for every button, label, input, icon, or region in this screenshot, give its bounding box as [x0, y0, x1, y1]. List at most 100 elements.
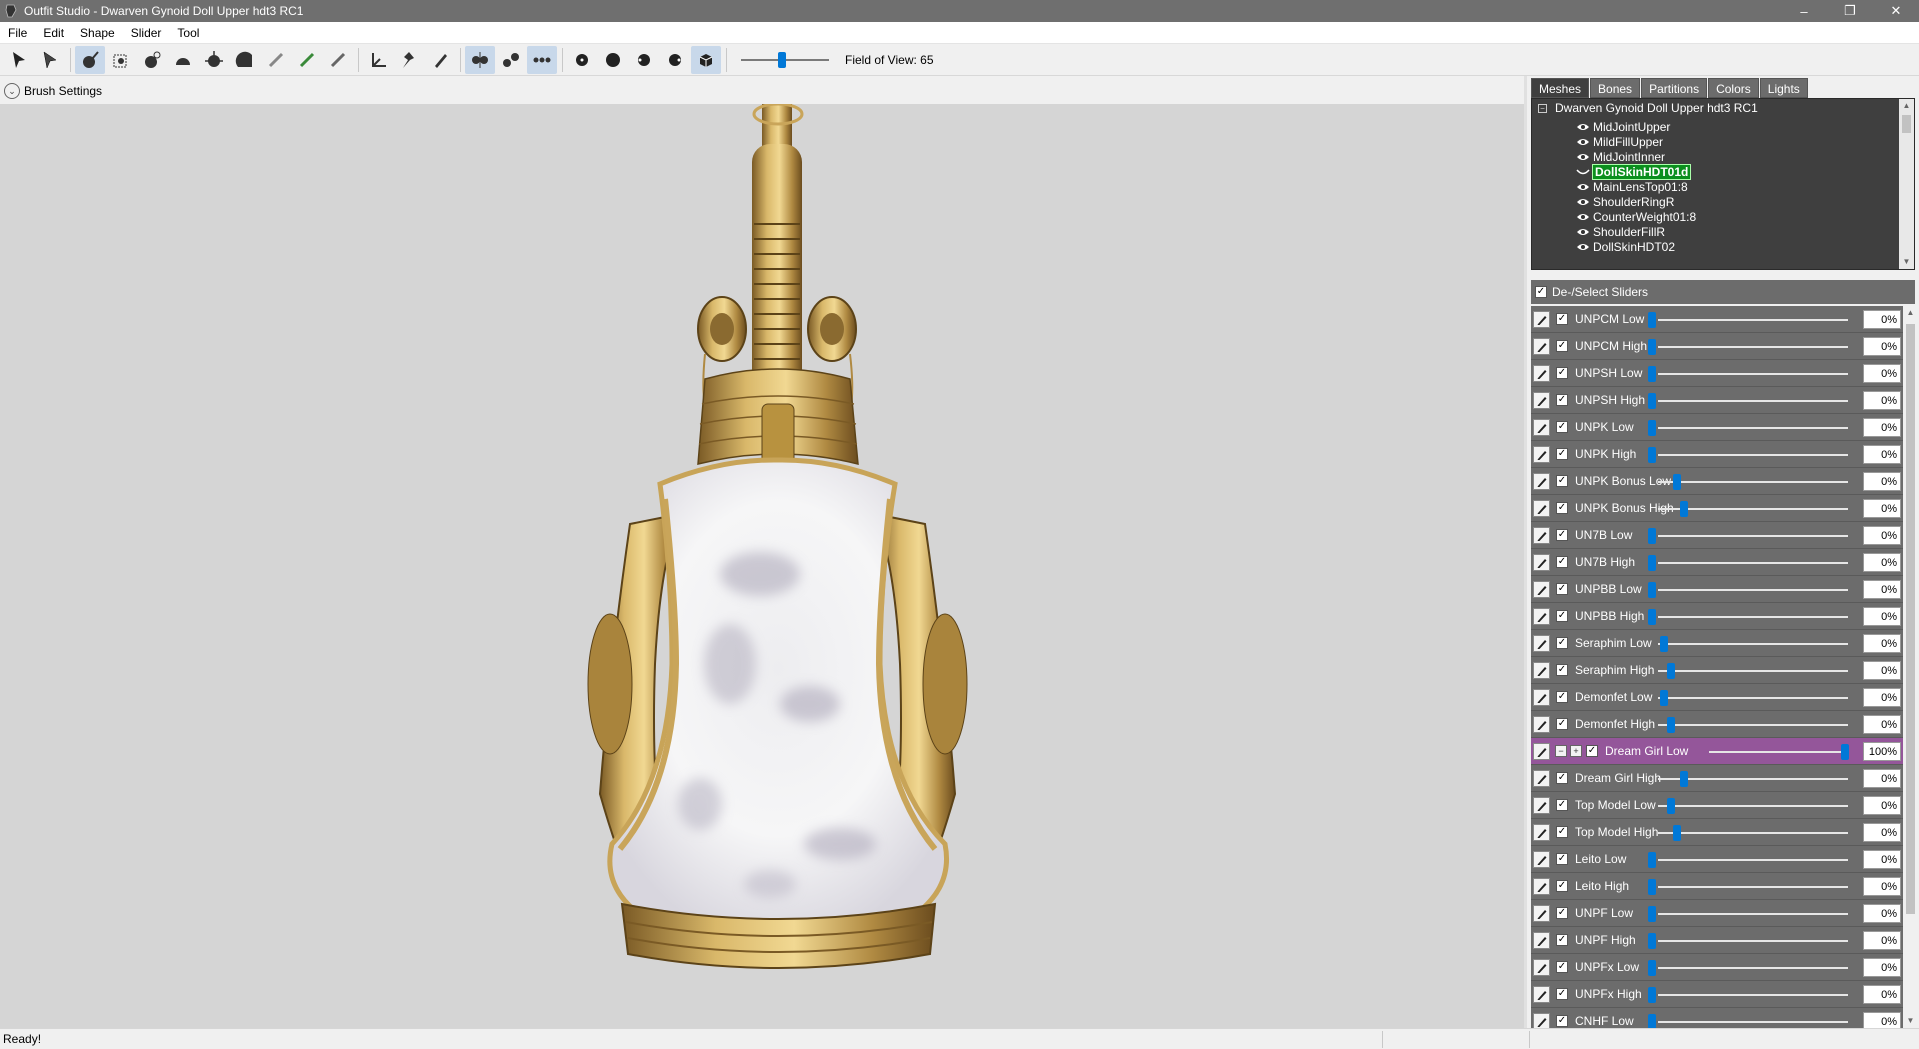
eye-icon[interactable]: [1576, 137, 1590, 147]
edit-slider-button[interactable]: [1533, 959, 1550, 976]
slider-thumb[interactable]: [1648, 933, 1656, 949]
slider-thumb[interactable]: [1666, 663, 1675, 679]
select-brush-button[interactable]: [4, 46, 34, 74]
slider-enable-checkbox[interactable]: ✓: [1556, 502, 1568, 514]
slider-row[interactable]: ✓ UNPK Low 0%: [1531, 414, 1903, 441]
fov-slider[interactable]: [741, 46, 829, 74]
slider-value-field[interactable]: 0%: [1863, 445, 1901, 464]
slider-row[interactable]: ✓ UNPCM Low 0%: [1531, 306, 1903, 333]
edit-slider-button[interactable]: [1533, 851, 1550, 868]
slider-value-field[interactable]: 100%: [1863, 742, 1901, 761]
slider-track[interactable]: [1658, 562, 1848, 564]
slider-enable-checkbox[interactable]: ✓: [1556, 313, 1568, 325]
slider-value-field[interactable]: 0%: [1863, 958, 1901, 977]
slider-thumb[interactable]: [1648, 852, 1656, 868]
slider-value-field[interactable]: 0%: [1863, 634, 1901, 653]
slider-enable-checkbox[interactable]: ✓: [1556, 1015, 1568, 1027]
edit-slider-button[interactable]: [1533, 716, 1550, 733]
slider-track[interactable]: [1658, 589, 1848, 591]
mesh-tree[interactable]: − Dwarven Gynoid Doll Upper hdt3 RC1 Mid…: [1531, 98, 1915, 270]
alpha-paint-button[interactable]: [323, 46, 353, 74]
slider-thumb[interactable]: [1648, 960, 1656, 976]
slider-track[interactable]: [1658, 940, 1848, 942]
slider-row[interactable]: ✓ UNPFx Low 0%: [1531, 954, 1903, 981]
slider-row[interactable]: ✓ UNPSH High 0%: [1531, 387, 1903, 414]
slider-row[interactable]: ✓ UNPBB High 0%: [1531, 603, 1903, 630]
select-all-sliders-checkbox[interactable]: ✓: [1535, 286, 1547, 298]
tab-bones[interactable]: Bones: [1590, 78, 1641, 98]
slider-row[interactable]: ✓ Top Model Low 0%: [1531, 792, 1903, 819]
slider-enable-checkbox[interactable]: ✓: [1556, 448, 1568, 460]
edit-slider-button[interactable]: [1533, 473, 1550, 490]
slider-thumb[interactable]: [1648, 609, 1656, 625]
edit-slider-button[interactable]: [1533, 311, 1550, 328]
view-back-button[interactable]: [598, 46, 628, 74]
slider-thumb[interactable]: [1648, 312, 1656, 328]
scrollbar-thumb[interactable]: [1902, 115, 1911, 133]
slider-enable-checkbox[interactable]: ✓: [1556, 691, 1568, 703]
slider-track[interactable]: [1658, 832, 1848, 834]
slider-enable-checkbox[interactable]: ✓: [1556, 880, 1568, 892]
edit-slider-button[interactable]: [1533, 1013, 1550, 1028]
slider-thumb[interactable]: [1680, 501, 1688, 517]
slider-value-field[interactable]: 0%: [1863, 310, 1901, 329]
slider-enable-checkbox[interactable]: ✓: [1556, 907, 1568, 919]
slider-value-field[interactable]: 0%: [1863, 715, 1901, 734]
slider-track[interactable]: [1658, 454, 1848, 456]
slider-row[interactable]: − + ✓ Dream Girl Low 100%: [1531, 738, 1903, 765]
slider-row[interactable]: ✓ UNPK Bonus High 0%: [1531, 495, 1903, 522]
menu-shape[interactable]: Shape: [72, 26, 123, 40]
slider-value-field[interactable]: 0%: [1863, 418, 1901, 437]
slider-value-field[interactable]: 0%: [1863, 364, 1901, 383]
perspective-button[interactable]: [691, 45, 721, 74]
slider-row[interactable]: ✓ UNPK Bonus Low 0%: [1531, 468, 1903, 495]
slider-thumb[interactable]: [1666, 717, 1675, 733]
slider-thumb[interactable]: [1648, 420, 1656, 436]
slider-value-field[interactable]: 0%: [1863, 553, 1901, 572]
scrollbar-thumb[interactable]: [1906, 324, 1915, 914]
slider-row[interactable]: ✓ Leito High 0%: [1531, 873, 1903, 900]
minimize-button[interactable]: –: [1781, 0, 1827, 22]
edit-slider-button[interactable]: [1533, 662, 1550, 679]
slider-decrement-button[interactable]: −: [1555, 745, 1567, 757]
slider-thumb[interactable]: [1648, 366, 1656, 382]
edit-slider-button[interactable]: [1533, 932, 1550, 949]
slider-track[interactable]: [1658, 400, 1848, 402]
mirror-x-button[interactable]: [465, 45, 495, 74]
tab-partitions[interactable]: Partitions: [1641, 78, 1708, 98]
eye-icon[interactable]: [1576, 182, 1590, 192]
slider-enable-checkbox[interactable]: ✓: [1586, 745, 1598, 757]
transform-tool-button[interactable]: [363, 46, 393, 74]
slider-enable-checkbox[interactable]: ✓: [1556, 421, 1568, 433]
slider-value-field[interactable]: 0%: [1863, 337, 1901, 356]
slider-thumb[interactable]: [1660, 636, 1669, 652]
edit-slider-button[interactable]: [1533, 527, 1550, 544]
edit-slider-button[interactable]: [1533, 581, 1550, 598]
slider-enable-checkbox[interactable]: ✓: [1556, 367, 1568, 379]
slider-track[interactable]: [1658, 481, 1848, 483]
slider-thumb[interactable]: [1666, 798, 1675, 814]
brush-settings-panel[interactable]: ⌄ Brush Settings: [0, 78, 1524, 104]
slider-row[interactable]: ✓ Leito Low 0%: [1531, 846, 1903, 873]
slider-increment-button[interactable]: +: [1570, 745, 1582, 757]
eye-icon[interactable]: [1576, 122, 1590, 132]
scroll-down-icon[interactable]: ▼: [1899, 255, 1914, 269]
slider-thumb[interactable]: [1648, 528, 1656, 544]
slider-row[interactable]: ✓ UNPF High 0%: [1531, 927, 1903, 954]
slider-enable-checkbox[interactable]: ✓: [1556, 988, 1568, 1000]
slider-value-field[interactable]: 0%: [1863, 472, 1901, 491]
fov-slider-thumb[interactable]: [778, 51, 786, 68]
slider-value-field[interactable]: 0%: [1863, 526, 1901, 545]
slider-value-field[interactable]: 0%: [1863, 904, 1901, 923]
slider-value-field[interactable]: 0%: [1863, 850, 1901, 869]
transform-brush-button[interactable]: [35, 46, 65, 74]
slider-row[interactable]: ✓ Dream Girl High 0%: [1531, 765, 1903, 792]
eye-icon[interactable]: [1576, 152, 1590, 162]
view-front-button[interactable]: [567, 46, 597, 74]
weight-paint-button[interactable]: [261, 46, 291, 74]
slider-value-field[interactable]: 0%: [1863, 688, 1901, 707]
scroll-up-icon[interactable]: ▲: [1903, 306, 1918, 320]
tab-colors[interactable]: Colors: [1708, 78, 1759, 98]
slider-thumb[interactable]: [1660, 690, 1669, 706]
slider-value-field[interactable]: 0%: [1863, 796, 1901, 815]
